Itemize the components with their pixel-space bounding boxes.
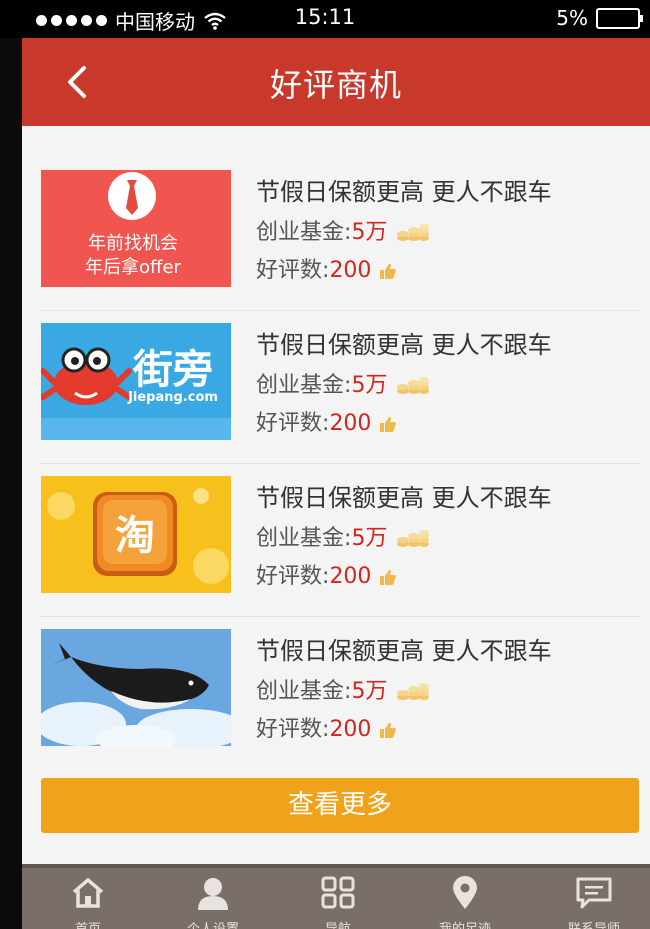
coins-icon [397, 224, 430, 241]
item-thumbnail-taobao: 淘 [41, 476, 231, 593]
fund-row: 创业基金:5万 [256, 367, 430, 399]
tab-home[interactable]: 首页 [38, 876, 138, 929]
review-value: 200 [329, 411, 372, 436]
fund-row: 创业基金:5万 [256, 520, 430, 552]
list-item[interactable]: 街旁 Jiepang.com 节假日保额更高 更人不跟车 创业基金:5万 好评数… [22, 311, 650, 464]
fund-label: 创业基金 [256, 373, 345, 398]
status-bar: 中国移动 15:11 5% [0, 0, 650, 38]
crab-icon: 街旁 Jiepang.com [41, 347, 231, 440]
fund-row: 创业基金:5万 [256, 673, 430, 705]
list-item[interactable]: 节假日保额更高 更人不跟车 创业基金:5万 好评数:200 [22, 617, 650, 770]
thumb-line-2: 年后拿offer [85, 256, 181, 278]
review-label: 好评数 [256, 411, 323, 436]
clock: 15:11 [294, 5, 356, 29]
review-row: 好评数:200 [256, 252, 397, 284]
battery-percent: 5% [556, 6, 588, 30]
user-icon [198, 878, 228, 910]
location-pin-icon [453, 876, 477, 909]
tab-navigation[interactable]: 导航 [288, 876, 388, 929]
grid-icon [321, 876, 355, 909]
thumb-glyph: 淘 [115, 513, 155, 559]
item-title: 节假日保额更高 更人不跟车 [256, 178, 552, 206]
item-thumbnail-whale [41, 629, 231, 746]
fund-value: 5万 [351, 373, 388, 398]
page-title: 好评商机 [269, 66, 402, 104]
battery-group: 5% [556, 6, 643, 30]
coins-icon [397, 683, 430, 700]
tab-label: 联系导师 [544, 918, 644, 929]
tie-icon: 年前找机会 年后拿offer [85, 172, 182, 278]
message-icon [576, 877, 612, 909]
whale-icon [41, 643, 231, 746]
battery-icon [596, 7, 643, 29]
coins-icon [397, 377, 430, 394]
review-row: 好评数:200 [256, 405, 397, 437]
fund-value: 5万 [351, 220, 388, 245]
thumb-line-1: 年前找机会 [88, 233, 178, 254]
view-more-button[interactable]: 查看更多 [41, 778, 639, 833]
navigation-bar: 好评商机 [22, 38, 650, 126]
review-row: 好评数:200 [256, 711, 397, 743]
thumbs-up-icon [380, 416, 397, 432]
fund-label: 创业基金 [256, 526, 345, 551]
thumb-brand: 街旁 [132, 347, 213, 393]
item-thumbnail-tie: 年前找机会 年后拿offer [41, 170, 231, 287]
fund-row: 创业基金:5万 [256, 214, 430, 246]
taobao-app-icon: 淘 [47, 488, 229, 584]
thumbs-up-icon [380, 569, 397, 585]
review-value: 200 [329, 258, 372, 283]
home-icon [72, 878, 104, 908]
item-thumbnail-jiepang: 街旁 Jiepang.com [41, 323, 231, 440]
tab-personal-settings[interactable]: 个人设置 [163, 876, 263, 929]
thumbs-up-icon [380, 722, 397, 738]
list-item[interactable]: 淘 节假日保额更高 更人不跟车 创业基金:5万 好评数:200 [22, 464, 650, 617]
fund-label: 创业基金 [256, 220, 345, 245]
tab-contact-mentor[interactable]: 联系导师 [544, 876, 644, 929]
opportunity-list: 年前找机会 年后拿offer 节假日保额更高 更人不跟车 创业基金:5万 好评数… [22, 158, 650, 770]
app-screen: 好评商机 年前找机会 年后拿offer 节假日保额更高 更人不跟车 创业基金:5… [22, 38, 650, 929]
tab-label: 首页 [38, 918, 138, 929]
list-item[interactable]: 年前找机会 年后拿offer 节假日保额更高 更人不跟车 创业基金:5万 好评数… [22, 158, 650, 311]
review-label: 好评数 [256, 258, 323, 283]
item-title: 节假日保额更高 更人不跟车 [256, 331, 552, 359]
tab-bar: 首页 个人设置 导航 我的足迹 联系导师 [22, 864, 650, 929]
item-title: 节假日保额更高 更人不跟车 [256, 484, 552, 512]
tab-label: 个人设置 [163, 918, 263, 929]
item-title: 节假日保额更高 更人不跟车 [256, 637, 552, 665]
thumb-domain: Jiepang.com [127, 390, 218, 405]
fund-value: 5万 [351, 526, 388, 551]
review-value: 200 [329, 717, 372, 742]
review-value: 200 [329, 564, 372, 589]
fund-value: 5万 [351, 679, 388, 704]
review-row: 好评数:200 [256, 558, 397, 590]
fund-label: 创业基金 [256, 679, 345, 704]
tab-label: 我的足迹 [415, 918, 515, 929]
review-label: 好评数 [256, 717, 323, 742]
review-label: 好评数 [256, 564, 323, 589]
thumbs-up-icon [380, 263, 397, 279]
coins-icon [397, 530, 430, 547]
tab-my-footprints[interactable]: 我的足迹 [415, 876, 515, 929]
tab-label: 导航 [288, 918, 388, 929]
device-bezel [0, 0, 22, 929]
